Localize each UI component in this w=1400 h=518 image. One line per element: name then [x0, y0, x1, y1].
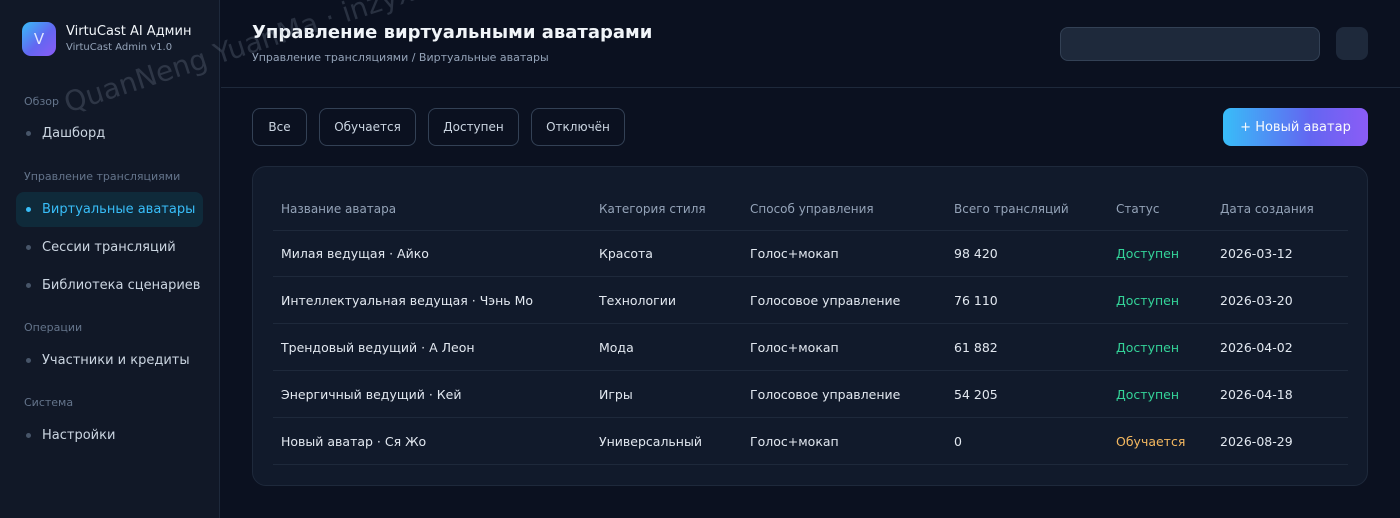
total-streams-cell: 98 420: [954, 245, 998, 261]
control-method-cell: Голос+мокап: [750, 245, 839, 261]
sidebar-item-dashboard[interactable]: Дашборд: [16, 116, 203, 151]
sidebar-item-members[interactable]: Участники и кредиты: [16, 343, 203, 378]
created-date-cell: 2026-03-12: [1220, 245, 1293, 261]
status-badge: Обучается: [1116, 433, 1186, 449]
bullet-icon: [26, 207, 31, 212]
control-method-cell: Голосовое управление: [750, 386, 901, 402]
sidebar-item-label: Участники и кредиты: [42, 353, 190, 368]
avatar-name-cell: Энергичный ведущий · Кей: [281, 386, 462, 402]
total-streams-cell: 54 205: [954, 386, 998, 402]
style-category-cell: Универсальный: [599, 433, 702, 449]
brand: V VirtuCast AI Админ VirtuCast Admin v1.…: [22, 22, 191, 56]
status-badge: Доступен: [1116, 292, 1180, 308]
sidebar-item-avatars[interactable]: Виртуальные аватары: [16, 192, 203, 227]
filter-available[interactable]: Доступен: [428, 108, 519, 146]
sidebar: V VirtuCast AI Админ VirtuCast Admin v1.…: [0, 0, 220, 518]
table-header: Название аватара Категория стиля Способ …: [273, 187, 1348, 231]
table-row[interactable]: Интеллектуальная ведущая · Чэнь Мо Техно…: [273, 277, 1348, 324]
bullet-icon: [26, 433, 31, 438]
sidebar-item-sessions[interactable]: Сессии трансляций: [16, 230, 203, 265]
created-date-cell: 2026-04-18: [1220, 386, 1293, 402]
table-row[interactable]: Трендовый ведущий · А Леон Мода Голос+мо…: [273, 324, 1348, 371]
sidebar-item-label: Настройки: [42, 428, 116, 443]
status-badge: Доступен: [1116, 245, 1180, 261]
column-header: Название аватара: [281, 201, 397, 216]
style-category-cell: Мода: [599, 339, 634, 355]
column-header: Всего трансляций: [954, 201, 1069, 216]
avatar-name-cell: Трендовый ведущий · А Леон: [281, 339, 475, 355]
sidebar-item-scripts[interactable]: Библиотека сценариев: [16, 268, 203, 303]
style-category-cell: Красота: [599, 245, 653, 261]
table-row[interactable]: Милая ведущая · Айко Красота Голос+мокап…: [273, 230, 1348, 277]
user-menu-button[interactable]: [1336, 27, 1368, 60]
avatar-name-cell: Милая ведущая · Айко: [281, 245, 429, 261]
filter-all[interactable]: Все: [252, 108, 307, 146]
column-header: Статус: [1116, 201, 1160, 216]
created-date-cell: 2026-08-29: [1220, 433, 1293, 449]
status-badge: Доступен: [1116, 339, 1180, 355]
bullet-icon: [26, 283, 31, 288]
bullet-icon: [26, 245, 31, 250]
nav-section-operations: Операции: [24, 321, 83, 334]
page-header: Управление виртуальными аватарами Управл…: [221, 0, 1400, 88]
bullet-icon: [26, 358, 31, 363]
page-title: Управление виртуальными аватарами: [252, 22, 653, 43]
table-row[interactable]: Энергичный ведущий · Кей Игры Голосовое …: [273, 371, 1348, 418]
sidebar-item-label: Сессии трансляций: [42, 240, 176, 255]
style-category-cell: Технологии: [599, 292, 676, 308]
total-streams-cell: 0: [954, 433, 962, 449]
table-row[interactable]: Новый аватар · Ся Жо Универсальный Голос…: [273, 418, 1348, 465]
total-streams-cell: 76 110: [954, 292, 998, 308]
bullet-icon: [26, 131, 31, 136]
column-header: Категория стиля: [599, 201, 706, 216]
sidebar-item-label: Библиотека сценариев: [42, 278, 201, 293]
nav-section-broadcast: Управление трансляциями: [24, 170, 181, 183]
nav-section-system: Система: [24, 396, 74, 409]
sidebar-item-label: Дашборд: [42, 126, 106, 141]
nav-section-overview: Обзор: [24, 95, 60, 108]
avatars-table-card: Название аватара Категория стиля Способ …: [252, 166, 1368, 486]
column-header: Дата создания: [1220, 201, 1314, 216]
brand-subtitle: VirtuCast Admin v1.0: [66, 42, 173, 53]
created-date-cell: 2026-04-02: [1220, 339, 1293, 355]
search-input[interactable]: [1060, 27, 1320, 61]
sidebar-item-settings[interactable]: Настройки: [16, 418, 203, 453]
sidebar-item-label: Виртуальные аватары: [42, 202, 196, 217]
filter-training[interactable]: Обучается: [319, 108, 416, 146]
avatar-name-cell: Интеллектуальная ведущая · Чэнь Мо: [281, 292, 534, 308]
control-method-cell: Голос+мокап: [750, 433, 839, 449]
control-method-cell: Голос+мокап: [750, 339, 839, 355]
breadcrumb: Управление трансляциями / Виртуальные ав…: [252, 51, 549, 64]
style-category-cell: Игры: [599, 386, 633, 402]
created-date-cell: 2026-03-20: [1220, 292, 1293, 308]
column-header: Способ управления: [750, 201, 874, 216]
brand-logo: V: [22, 22, 56, 56]
avatar-name-cell: Новый аватар · Ся Жо: [281, 433, 427, 449]
new-avatar-button[interactable]: + Новый аватар: [1223, 108, 1368, 146]
filter-disabled[interactable]: Отключён: [531, 108, 625, 146]
control-method-cell: Голосовое управление: [750, 292, 901, 308]
brand-title: VirtuCast AI Админ: [66, 24, 192, 39]
total-streams-cell: 61 882: [954, 339, 998, 355]
status-badge: Доступен: [1116, 386, 1180, 402]
